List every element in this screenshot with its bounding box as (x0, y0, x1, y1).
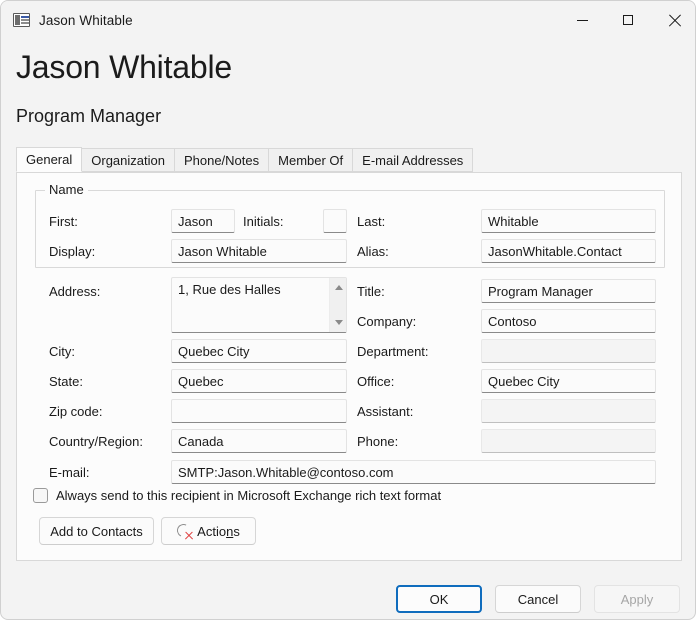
apply-button[interactable]: Apply (594, 585, 680, 613)
company-input[interactable] (481, 309, 656, 333)
close-icon (668, 14, 681, 27)
city-input[interactable] (171, 339, 347, 363)
actions-label-suffix: s (233, 523, 240, 539)
name-group-legend: Name (45, 182, 88, 197)
minimize-icon (576, 19, 588, 21)
actions-label-mnemonic: n (226, 523, 234, 539)
tab-phone-notes[interactable]: Phone/Notes (173, 148, 270, 172)
scroll-up-icon[interactable] (330, 279, 347, 296)
state-label: State: (49, 374, 83, 389)
rich-text-checkbox-label: Always send to this recipient in Microso… (56, 488, 442, 503)
phone-input[interactable] (481, 429, 656, 453)
actions-button[interactable]: Actio n s (161, 517, 256, 545)
contact-card-icon (13, 13, 30, 27)
add-to-contacts-label: Add to Contacts (50, 523, 143, 539)
address-textarea[interactable]: 1, Rue des Halles (171, 277, 347, 333)
city-label: City: (49, 344, 75, 359)
tab-email-addresses[interactable]: E-mail Addresses (352, 148, 474, 172)
zip-code-label: Zip code: (49, 404, 103, 419)
display-name-label: Display: (49, 244, 96, 259)
address-label: Address: (49, 284, 101, 299)
ok-button[interactable]: OK (396, 585, 482, 613)
company-label: Company: (357, 314, 417, 329)
office-label: Office: (357, 374, 395, 389)
first-name-label: First: (49, 214, 78, 229)
page-title: Jason Whitable (16, 49, 232, 85)
state-input[interactable] (171, 369, 347, 393)
tab-organization[interactable]: Organization (81, 148, 175, 172)
last-name-label: Last: (357, 214, 386, 229)
address-value: 1, Rue des Halles (178, 282, 281, 297)
minimize-button[interactable] (559, 1, 605, 39)
contact-properties-window: Jason Whitable Jason Whitable Program Ma… (0, 0, 696, 620)
alias-input[interactable] (481, 239, 656, 263)
first-name-input[interactable] (171, 209, 235, 233)
address-scrollbar[interactable] (329, 278, 346, 332)
broken-image-icon (175, 521, 193, 539)
department-input[interactable] (481, 339, 656, 363)
ok-label: OK (429, 591, 449, 607)
zip-code-input[interactable] (171, 399, 347, 423)
add-to-contacts-button[interactable]: Add to Contacts (39, 517, 154, 545)
department-label: Department: (357, 344, 429, 359)
tab-member-of[interactable]: Member Of (268, 148, 354, 172)
maximize-icon (623, 15, 633, 25)
country-region-input[interactable] (171, 429, 347, 453)
scroll-down-icon[interactable] (330, 314, 347, 331)
initials-label: Initials: (243, 214, 284, 229)
close-button[interactable] (651, 1, 695, 39)
cancel-button[interactable]: Cancel (495, 585, 581, 613)
alias-label: Alias: (357, 244, 389, 259)
apply-label: Apply (620, 591, 654, 607)
assistant-input[interactable] (481, 399, 656, 423)
country-region-label: Country/Region: (49, 434, 143, 449)
page-subtitle: Program Manager (16, 106, 162, 126)
initials-input[interactable] (323, 209, 347, 233)
tab-strip: General Organization Phone/Notes Member … (16, 147, 474, 172)
maximize-button[interactable] (605, 1, 651, 39)
email-input[interactable] (171, 460, 656, 484)
email-label: E-mail: (49, 465, 90, 480)
display-name-input[interactable] (171, 239, 347, 263)
title-input[interactable] (481, 279, 656, 303)
title-label: Title: (357, 284, 385, 299)
rich-text-checkbox[interactable] (33, 488, 48, 503)
last-name-input[interactable] (481, 209, 656, 233)
window-controls (559, 1, 695, 39)
office-input[interactable] (481, 369, 656, 393)
actions-label-prefix: Actio (197, 523, 227, 539)
phone-label: Phone: (357, 434, 399, 449)
tab-general[interactable]: General (16, 147, 83, 172)
assistant-label: Assistant: (357, 404, 414, 419)
rich-text-checkbox-row[interactable]: Always send to this recipient in Microso… (33, 488, 441, 503)
title-bar: Jason Whitable (1, 1, 695, 39)
window-title: Jason Whitable (39, 12, 133, 28)
cancel-label: Cancel (517, 591, 559, 607)
